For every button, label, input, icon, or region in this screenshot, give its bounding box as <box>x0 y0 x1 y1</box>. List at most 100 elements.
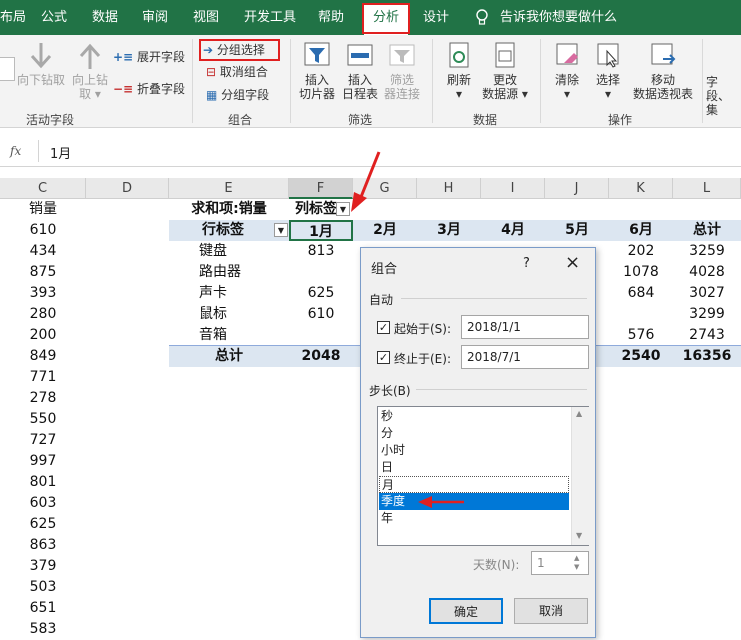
pivot-month-header[interactable]: 3月 <box>417 220 481 241</box>
close-button[interactable]: × <box>565 252 580 273</box>
pivot-cell[interactable]: 3259 <box>673 241 741 262</box>
group-selection-button[interactable]: ➔ 分组选择 <box>203 40 277 60</box>
pivot-cell[interactable] <box>289 262 353 283</box>
pivot-month-header[interactable]: 6月 <box>609 220 673 241</box>
list-item[interactable]: 小时 <box>379 442 569 459</box>
cell-c[interactable]: 200 <box>0 325 86 346</box>
fields-items-button[interactable]: 字段、集 <box>706 75 741 117</box>
pivot-row-name[interactable]: 声卡 <box>169 283 289 304</box>
collapse-field-button[interactable]: −≡ 折叠字段 <box>113 80 185 98</box>
cell-c[interactable]: 849 <box>0 346 86 367</box>
clear-button[interactable]: 清除 ▾ <box>548 41 586 101</box>
cell-c[interactable]: 393 <box>0 283 86 304</box>
list-item[interactable]: 月 <box>379 476 569 493</box>
start-input[interactable]: 2018/1/1 <box>461 315 589 339</box>
column-header-l[interactable]: L <box>673 178 741 199</box>
pivot-row-name[interactable]: 路由器 <box>169 262 289 283</box>
drill-down-button[interactable]: 向下钻取 <box>16 41 66 87</box>
column-header-h[interactable]: H <box>417 178 481 199</box>
pivot-cell[interactable]: 4028 <box>673 262 741 283</box>
cell-c[interactable]: 379 <box>0 556 86 577</box>
tab-review[interactable]: 审阅 <box>134 0 176 35</box>
cell-c[interactable]: 610 <box>0 220 86 241</box>
insert-timeline-button[interactable]: 插入 日程表 <box>340 41 380 101</box>
pivot-cell[interactable]: 684 <box>609 283 673 304</box>
pivot-cell[interactable]: 3027 <box>673 283 741 304</box>
cell-c[interactable]: 997 <box>0 451 86 472</box>
pivot-cell[interactable]: 3299 <box>673 304 741 325</box>
pivot-cell[interactable]: 202 <box>609 241 673 262</box>
pivot-cell[interactable]: 1078 <box>609 262 673 283</box>
scroll-up-icon[interactable]: ▲ <box>576 409 582 418</box>
ungroup-button[interactable]: ⊟ 取消组合 <box>206 63 268 81</box>
ok-button[interactable]: 确定 <box>429 598 503 624</box>
days-spinner-icon[interactable]: ▲ ▼ <box>574 554 579 572</box>
pivot-month-header[interactable]: 4月 <box>481 220 545 241</box>
cell-c[interactable]: 280 <box>0 304 86 325</box>
pivot-total-cell[interactable]: 16356 <box>673 346 741 367</box>
list-item[interactable]: 年 <box>379 510 569 527</box>
pivot-month-header[interactable]: 1月 <box>289 220 353 241</box>
cell-c[interactable]: 550 <box>0 409 86 430</box>
pivot-cell[interactable]: 813 <box>289 241 353 262</box>
column-header-c[interactable]: C <box>0 178 86 199</box>
column-header-k[interactable]: K <box>609 178 673 199</box>
cell-c[interactable]: 863 <box>0 535 86 556</box>
end-checkbox[interactable]: ✓ <box>377 351 390 364</box>
tab-layout[interactable]: 布局 <box>0 0 26 35</box>
pivot-row-name[interactable]: 键盘 <box>169 241 289 262</box>
move-pivot-button[interactable]: 移动 数据透视表 <box>631 41 695 101</box>
cancel-button[interactable]: 取消 <box>514 598 588 624</box>
tab-view[interactable]: 视图 <box>185 0 227 35</box>
cell-c[interactable]: 434 <box>0 241 86 262</box>
cell-c[interactable]: 771 <box>0 367 86 388</box>
pivot-title[interactable]: 求和项:销量 <box>169 199 289 220</box>
list-item[interactable]: 日 <box>379 459 569 476</box>
cell-c[interactable]: 603 <box>0 493 86 514</box>
pivot-total-label[interactable]: 总计 <box>169 346 289 367</box>
column-header-e[interactable]: E <box>169 178 289 199</box>
pivot-month-header[interactable]: 2月 <box>353 220 417 241</box>
pivot-total-cell[interactable]: 2540 <box>609 346 673 367</box>
pivot-cell[interactable] <box>609 304 673 325</box>
pivot-cell[interactable] <box>289 325 353 346</box>
cell-c[interactable]: 727 <box>0 430 86 451</box>
scroll-down-icon[interactable]: ▼ <box>576 531 582 540</box>
cell-c[interactable]: 583 <box>0 619 86 640</box>
column-header-d[interactable]: D <box>86 178 169 199</box>
start-checkbox[interactable]: ✓ <box>377 321 390 334</box>
column-header-j[interactable]: J <box>545 178 609 199</box>
insert-slicer-button[interactable]: 插入 切片器 <box>297 41 337 101</box>
formula-input[interactable]: 1月 <box>50 143 71 162</box>
pivot-total-header[interactable]: 总计 <box>673 220 741 241</box>
list-scrollbar[interactable]: ▲ ▼ <box>571 407 589 545</box>
pivot-cell[interactable]: 610 <box>289 304 353 325</box>
days-input[interactable]: 1 <box>531 551 589 575</box>
column-header-f[interactable]: F <box>289 178 353 199</box>
change-source-button[interactable]: 更改 数据源 ▾ <box>480 41 530 101</box>
cell-c[interactable]: 503 <box>0 577 86 598</box>
pivot-row-label[interactable]: 行标签 <box>169 220 289 241</box>
cell-c[interactable]: 625 <box>0 514 86 535</box>
expand-field-button[interactable]: +≡ 展开字段 <box>113 48 185 66</box>
pivot-total-cell[interactable]: 2048 <box>289 346 353 367</box>
cell-c[interactable]: 875 <box>0 262 86 283</box>
tab-data[interactable]: 数据 <box>84 0 126 35</box>
drill-up-button[interactable]: 向上钻 取 ▾ <box>70 41 110 101</box>
list-item[interactable]: 分 <box>379 425 569 442</box>
tab-help[interactable]: 帮助 <box>310 0 352 35</box>
list-item-selected[interactable]: 季度 <box>379 493 569 510</box>
column-header-i[interactable]: I <box>481 178 545 199</box>
pivot-cell[interactable]: 2743 <box>673 325 741 346</box>
cell-c[interactable]: 651 <box>0 598 86 619</box>
select-button[interactable]: 选择 ▾ <box>589 41 627 101</box>
cell-c-header[interactable]: 销量 <box>0 199 86 220</box>
pivot-row-name[interactable]: 鼠标 <box>169 304 289 325</box>
tab-analyze[interactable]: 分析 <box>364 3 408 35</box>
pivot-cell[interactable]: 625 <box>289 283 353 304</box>
refresh-button[interactable]: 刷新 ▾ <box>440 41 478 101</box>
filter-connections-button[interactable]: 筛选 器连接 <box>382 41 422 101</box>
cell-c[interactable]: 801 <box>0 472 86 493</box>
help-button[interactable]: ? <box>523 256 530 271</box>
pivot-row-name[interactable]: 音箱 <box>169 325 289 346</box>
